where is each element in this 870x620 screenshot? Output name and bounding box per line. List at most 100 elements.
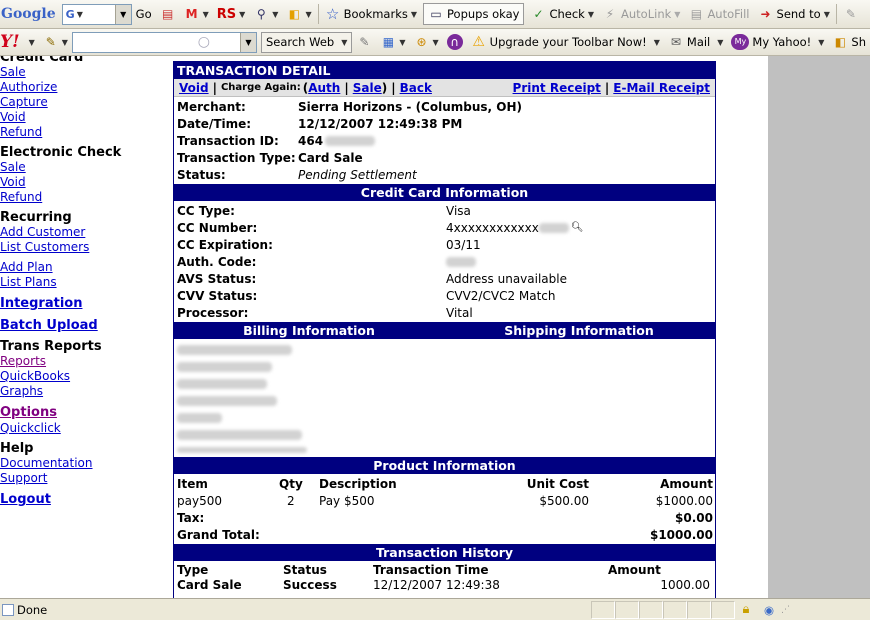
avs-status-row: AVS Status: Address unavailable	[174, 270, 715, 287]
cc-expiration-value: 03/11	[446, 237, 481, 252]
nav-list-customers[interactable]: List Customers	[0, 240, 89, 254]
shopping-button[interactable]: ◧ Sh	[828, 29, 870, 55]
datetime-row: Date/Time: 12/12/2007 12:49:38 PM	[174, 115, 715, 132]
redacted-value	[446, 256, 476, 267]
gmail-button[interactable]: M ▼	[180, 0, 213, 28]
go-button[interactable]: Go	[132, 0, 156, 28]
nav-logout[interactable]: Logout	[0, 492, 51, 507]
nav-cc-refund[interactable]: Refund	[0, 125, 42, 139]
nav-cc-sale[interactable]: Sale	[0, 65, 26, 79]
cvv-status-row: CVV Status: CVV2/CVC2 Match	[174, 287, 715, 304]
nav-add-plan[interactable]: Add Plan	[0, 260, 53, 274]
star-icon: ☆	[325, 4, 340, 23]
charge-again-auth-link[interactable]: Auth	[308, 81, 340, 95]
resize-grip-icon[interactable]: ⋰	[781, 605, 793, 615]
email-receipt-link[interactable]: E-Mail Receipt	[613, 81, 710, 95]
chevron-down-icon: ▼	[305, 9, 312, 19]
sendto-icon: ➜	[760, 7, 771, 21]
nav-documentation[interactable]: Documentation	[0, 456, 93, 470]
pencil-button[interactable]: ✎ ▼	[39, 29, 72, 55]
processor-value: Vital	[446, 305, 473, 320]
google-logo[interactable]: Google	[0, 0, 60, 28]
cc-number-label: CC Number:	[177, 220, 258, 235]
nav-ec-refund[interactable]: Refund	[0, 190, 42, 204]
nav-integration[interactable]: Integration	[0, 296, 82, 311]
billing-shipping-header: Billing Information Shipping Information	[174, 322, 715, 339]
nav-support[interactable]: Support	[0, 471, 47, 485]
nav-ec-void[interactable]: Void	[0, 175, 26, 189]
nav-quickbooks[interactable]: QuickBooks	[0, 369, 70, 383]
headset-button[interactable]: ∩	[443, 29, 467, 55]
nav-batch-upload[interactable]: Batch Upload	[0, 318, 98, 333]
pagerank-button[interactable]: RS ▼	[213, 0, 250, 28]
description-cell: Pay $500	[319, 493, 375, 508]
item-cell: pay500	[177, 493, 222, 508]
nav-cc-authorize[interactable]: Authorize	[0, 80, 57, 94]
nav-header-help: Help	[0, 441, 34, 456]
nav-options[interactable]: Options	[0, 405, 57, 420]
nav-reports[interactable]: Reports	[0, 354, 46, 368]
void-link[interactable]: Void	[179, 81, 209, 95]
nav-cc-void[interactable]: Void	[0, 110, 26, 124]
news-icon[interactable]: ▤	[156, 0, 180, 28]
mail-button[interactable]: ✉ Mail ▼	[664, 29, 728, 55]
chevron-down-icon[interactable]: ▼	[114, 4, 131, 24]
highlighter-icon: ✎	[359, 35, 370, 49]
satellite-button[interactable]: ⚲ ▼	[249, 0, 282, 28]
col-status: Status	[283, 562, 327, 577]
print-receipt-link[interactable]: Print Receipt	[513, 81, 601, 95]
yahoo-search-input[interactable]: ○ ▼	[71, 31, 257, 53]
lock-icon[interactable]: 🔒︎	[735, 602, 757, 617]
gmail-icon: M	[185, 7, 198, 21]
chevron-down-icon: ▼	[202, 9, 209, 19]
highlight-button[interactable]: ✎	[839, 0, 863, 28]
nav-ec-sale[interactable]: Sale	[0, 160, 26, 174]
nav-quickclick[interactable]: Quickclick	[0, 421, 61, 435]
table-row: pay500 2 Pay $500 $500.00 $1000.00	[174, 492, 715, 509]
datetime-value: 12/12/2007 12:49:38 PM	[298, 116, 463, 131]
chevron-down-icon: ▼	[341, 37, 348, 47]
photos-button[interactable]: ◧ ▼	[282, 0, 315, 28]
redacted-value	[177, 447, 307, 453]
toolbar-divider	[835, 4, 837, 24]
yahoo-logo[interactable]: Y! ▼	[0, 29, 39, 55]
my-yahoo-button[interactable]: My My Yahoo! ▼	[727, 29, 828, 55]
chevron-down-icon[interactable]: ▼	[239, 32, 256, 52]
toolbar-divider	[317, 4, 319, 24]
chevron-down-icon: ▼	[587, 9, 595, 19]
nav-cc-capture[interactable]: Capture	[0, 95, 48, 109]
layout-icon: ▦	[382, 35, 395, 49]
history-table-header: Type Status Transaction Time Amount	[174, 562, 715, 577]
nav-list-plans[interactable]: List Plans	[0, 275, 57, 289]
spellcheck-icon: ✓	[533, 7, 544, 21]
spellcheck-button[interactable]: ✓ Check ▼	[526, 0, 598, 28]
bookmarks-button[interactable]: ☆ Bookmarks ▼	[321, 0, 421, 28]
globe-button[interactable]: ⊛ ▼	[410, 29, 443, 55]
upgrade-toolbar-button[interactable]: ⚠ Upgrade your Toolbar Now! ▼	[467, 29, 664, 55]
highlight-button[interactable]: ✎	[352, 29, 376, 55]
google-search-box[interactable]: G ▼ ▼	[61, 3, 132, 25]
rs-icon: RS	[216, 6, 237, 22]
shopping-icon: ◧	[834, 35, 847, 49]
chevron-down-icon: ▼	[674, 9, 681, 19]
magnifier-icon[interactable]: 🔍︎	[571, 222, 584, 233]
autolink-button[interactable]: ⚡ AutoLink ▼	[598, 0, 684, 28]
popups-button[interactable]: ▭ Popups okay	[423, 3, 525, 25]
page-content: Credit Card Sale Authorize Capture Void …	[0, 56, 870, 598]
nav-add-customer[interactable]: Add Customer	[0, 225, 85, 239]
search-web-button[interactable]: Search Web ▼	[260, 31, 353, 53]
chevron-down-icon: ▼	[61, 37, 68, 47]
layout-button[interactable]: ▦ ▼	[376, 29, 409, 55]
photos-icon: ◧	[288, 7, 301, 21]
processor-label: Processor:	[177, 305, 249, 320]
transaction-summary: Merchant: Sierra Horizons - (Columbus, OH…	[174, 97, 715, 183]
internet-zone-icon[interactable]: ◉	[757, 603, 781, 617]
globe-icon: ⊛	[416, 35, 427, 49]
chevron-down-icon: ▼	[399, 37, 406, 47]
sendto-button[interactable]: ➜ Send to ▼	[754, 0, 834, 28]
back-link[interactable]: Back	[400, 81, 432, 95]
charge-again-sale-link[interactable]: Sale	[353, 81, 382, 95]
autofill-button[interactable]: ▤ AutoFill	[684, 0, 753, 28]
magnifier-icon: ○	[197, 34, 210, 50]
nav-graphs[interactable]: Graphs	[0, 384, 43, 398]
